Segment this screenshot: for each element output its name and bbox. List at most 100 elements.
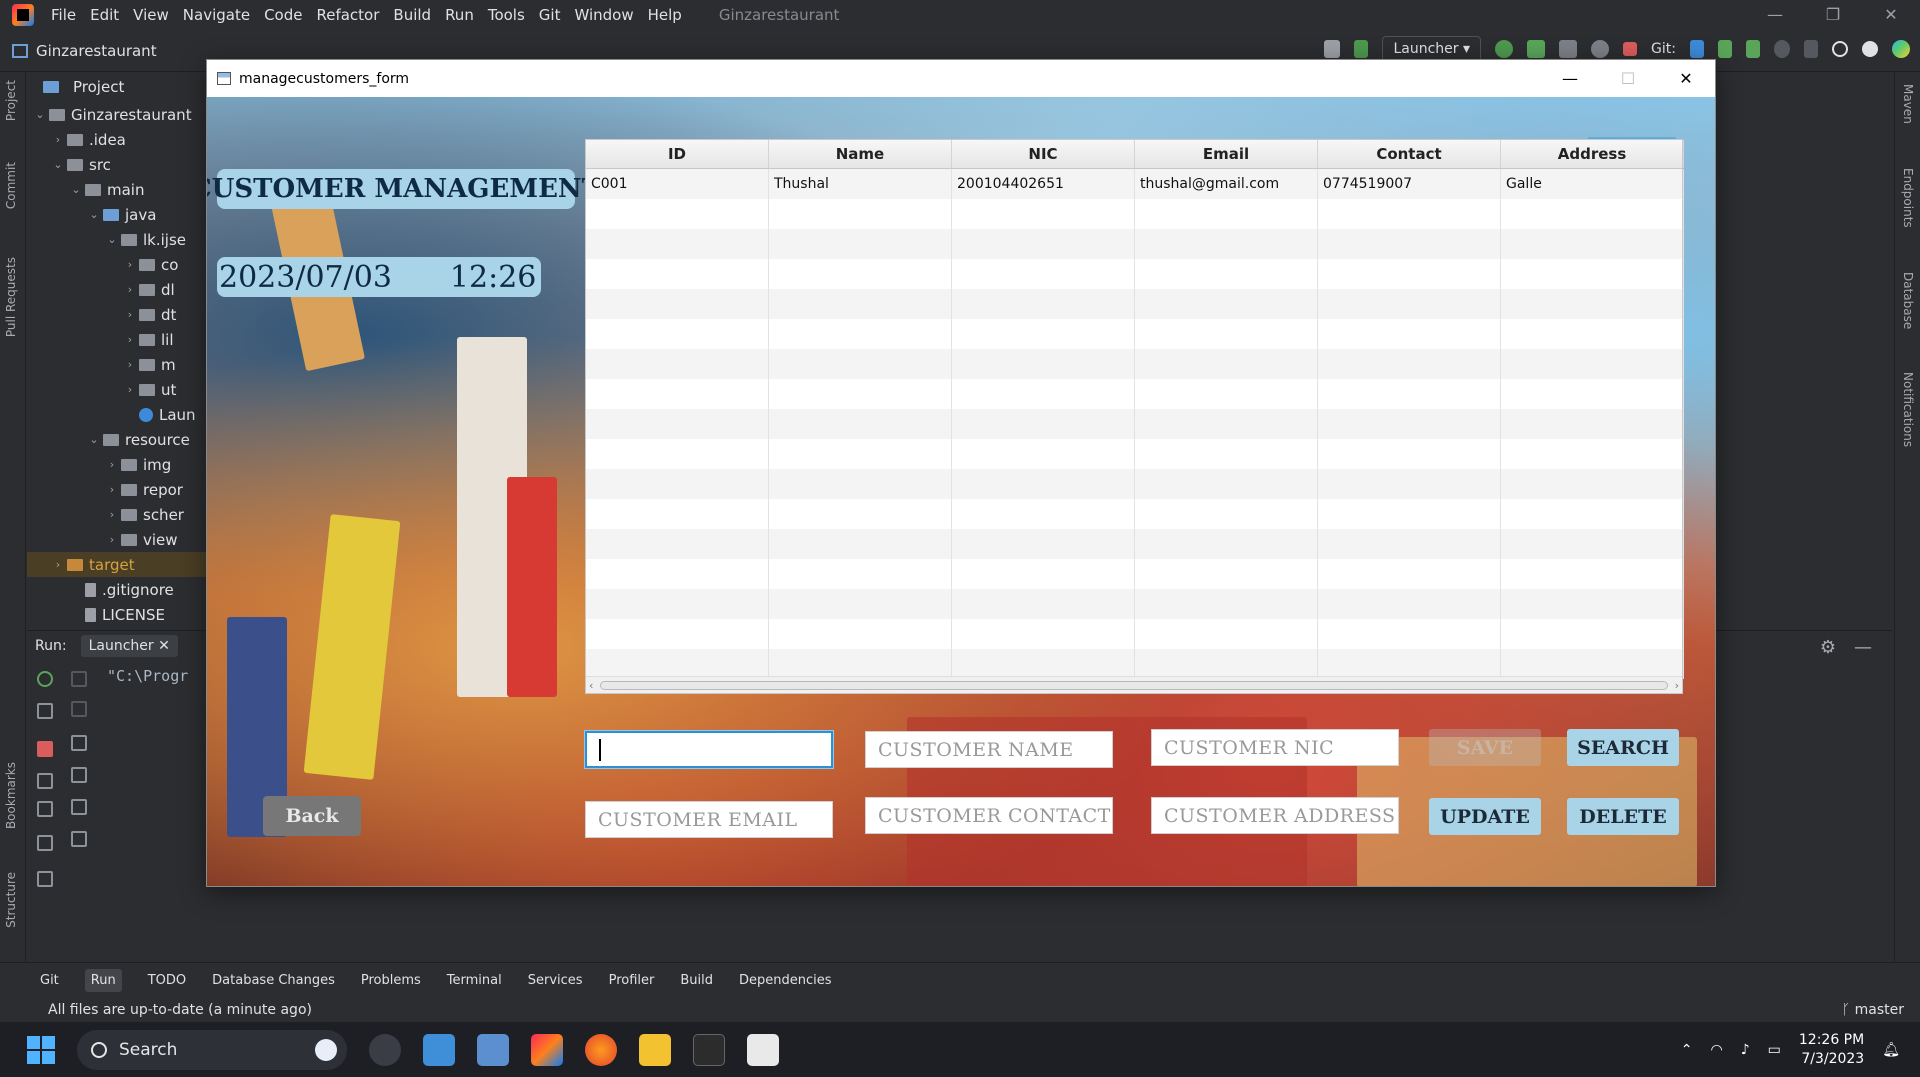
tree-item[interactable]: › scher — [27, 502, 207, 527]
task-manager-app-icon[interactable] — [477, 1033, 509, 1066]
search-button[interactable]: SEARCH — [1567, 729, 1679, 766]
rerun-icon[interactable] — [37, 671, 53, 687]
tree-item[interactable]: LICENSE — [27, 602, 207, 627]
column-header-contact[interactable]: Contact — [1318, 140, 1501, 168]
tree-item[interactable]: ⌄ main — [27, 177, 207, 202]
menu-file[interactable]: File — [44, 6, 83, 24]
chevron-right-icon[interactable]: › — [103, 483, 121, 496]
stripe-project[interactable]: Project — [4, 80, 18, 121]
empty-table-row[interactable] — [586, 199, 1684, 229]
chevron-down-icon[interactable]: ⌄ — [85, 208, 103, 221]
tree-item[interactable]: › dt — [27, 302, 207, 327]
menu-view[interactable]: View — [126, 6, 176, 24]
down-arrow-icon[interactable] — [71, 701, 87, 717]
layout-icon[interactable] — [37, 835, 53, 851]
delete-button[interactable]: DELETE — [1567, 798, 1679, 835]
run-console-output[interactable]: "C:\Progr — [107, 667, 188, 685]
menu-help[interactable]: Help — [641, 6, 689, 24]
customer-name-field[interactable]: CUSTOMER NAME — [865, 731, 1113, 768]
column-header-id[interactable]: ID — [586, 140, 769, 168]
search-icon[interactable] — [1832, 41, 1848, 57]
app-minimize-icon[interactable]: — — [1541, 60, 1599, 97]
restore-icon[interactable]: ❐ — [1804, 0, 1862, 30]
menu-tools[interactable]: Tools — [481, 6, 532, 24]
empty-table-row[interactable] — [586, 319, 1684, 349]
run-hide-icon[interactable]: — — [1854, 637, 1872, 658]
taskbar-clock[interactable]: 12:26 PM 7/3/2023 — [1799, 1031, 1864, 1069]
scroll-right-icon[interactable]: › — [1675, 677, 1679, 694]
menu-git[interactable]: Git — [532, 6, 568, 24]
stripe-structure[interactable]: Structure — [4, 872, 18, 928]
tray-overflow-icon[interactable]: ⌃ — [1681, 1042, 1693, 1058]
taskbar-search[interactable]: Search — [77, 1029, 347, 1070]
soft-wrap-icon[interactable] — [71, 735, 87, 751]
chevron-down-icon[interactable]: ⌄ — [67, 183, 85, 196]
tree-item[interactable]: Laun — [27, 402, 207, 427]
restore-layout-icon[interactable] — [37, 801, 53, 817]
tool-tab-run[interactable]: Run — [84, 969, 122, 992]
scroll-left-icon[interactable]: ‹ — [589, 677, 593, 694]
history-icon[interactable] — [1774, 40, 1790, 58]
tree-item[interactable]: › view — [27, 527, 207, 552]
debug-icon[interactable] — [1527, 40, 1546, 58]
tool-tab-database-changes[interactable]: Database Changes — [212, 973, 335, 988]
empty-table-row[interactable] — [586, 289, 1684, 319]
tree-item[interactable]: ⌄ Ginzarestaurant — [27, 102, 207, 127]
stripe-maven[interactable]: Maven — [1901, 84, 1915, 124]
chevron-right-icon[interactable]: › — [49, 133, 67, 146]
git-push-icon[interactable] — [1746, 40, 1760, 58]
project-panel-header[interactable]: Project — [27, 72, 207, 102]
menu-refactor[interactable]: Refactor — [309, 6, 386, 24]
save-button[interactable]: SAVE — [1429, 729, 1541, 766]
git-commit-icon[interactable] — [1718, 40, 1732, 58]
battery-icon[interactable]: ▭ — [1768, 1042, 1781, 1058]
user-icon[interactable] — [1324, 40, 1341, 58]
camera-icon[interactable] — [37, 773, 53, 789]
tool-tab-todo[interactable]: TODO — [148, 973, 186, 988]
app-maximize-icon[interactable]: ☐ — [1599, 60, 1657, 97]
chevron-down-icon[interactable]: ⌄ — [103, 233, 121, 246]
tree-item[interactable]: › co — [27, 252, 207, 277]
stripe-database[interactable]: Database — [1901, 272, 1915, 329]
table-row[interactable]: C001 Thushal 200104402651 thushal@gmail.com… — [586, 169, 1684, 199]
trash-icon[interactable] — [71, 831, 87, 847]
scrollbar-thumb[interactable] — [600, 681, 1668, 690]
customer-nic-field[interactable]: CUSTOMER NIC — [1151, 729, 1399, 766]
tree-item[interactable]: › m — [27, 352, 207, 377]
volume-icon[interactable]: ♪ — [1741, 1042, 1750, 1058]
stripe-pull-requests[interactable]: Pull Requests — [4, 257, 18, 337]
empty-table-row[interactable] — [586, 469, 1684, 499]
empty-table-row[interactable] — [586, 619, 1684, 649]
stripe-bookmarks[interactable]: Bookmarks — [4, 762, 18, 829]
chevron-right-icon[interactable]: › — [121, 333, 139, 346]
git-branch-widget[interactable]: ᚴ master — [1842, 1002, 1904, 1018]
chevron-down-icon[interactable]: ⌄ — [85, 433, 103, 446]
pin-icon[interactable] — [37, 871, 53, 887]
column-header-name[interactable]: Name — [769, 140, 952, 168]
terminal-app-icon[interactable] — [693, 1033, 725, 1066]
tree-item[interactable]: › lil — [27, 327, 207, 352]
tree-item[interactable]: › .idea — [27, 127, 207, 152]
wifi-icon[interactable]: ◠ — [1711, 1042, 1723, 1058]
firefox-app-icon[interactable] — [585, 1033, 617, 1066]
menu-build[interactable]: Build — [386, 6, 438, 24]
control-panel-app-icon[interactable] — [423, 1033, 455, 1066]
tree-item[interactable]: › target — [27, 552, 207, 577]
menu-edit[interactable]: Edit — [83, 6, 126, 24]
app-close-icon[interactable]: ✕ — [1657, 60, 1715, 97]
customer-id-field[interactable] — [585, 731, 833, 768]
customer-contact-field[interactable]: CUSTOMER CONTACT — [865, 797, 1113, 834]
table-horizontal-scrollbar[interactable]: ‹ › — [586, 676, 1682, 693]
stripe-commit[interactable]: Commit — [4, 162, 18, 209]
chevron-right-icon[interactable]: › — [121, 308, 139, 321]
column-header-email[interactable]: Email — [1135, 140, 1318, 168]
customer-email-field[interactable]: CUSTOMER EMAIL — [585, 801, 833, 838]
menu-window[interactable]: Window — [567, 6, 640, 24]
empty-table-row[interactable] — [586, 649, 1684, 679]
chevron-right-icon[interactable]: › — [103, 458, 121, 471]
chevron-down-icon[interactable]: ⌄ — [31, 108, 49, 121]
empty-table-row[interactable] — [586, 349, 1684, 379]
chevron-right-icon[interactable]: › — [121, 283, 139, 296]
stripe-endpoints[interactable]: Endpoints — [1901, 168, 1915, 228]
build-hammer-icon[interactable] — [1354, 40, 1369, 58]
